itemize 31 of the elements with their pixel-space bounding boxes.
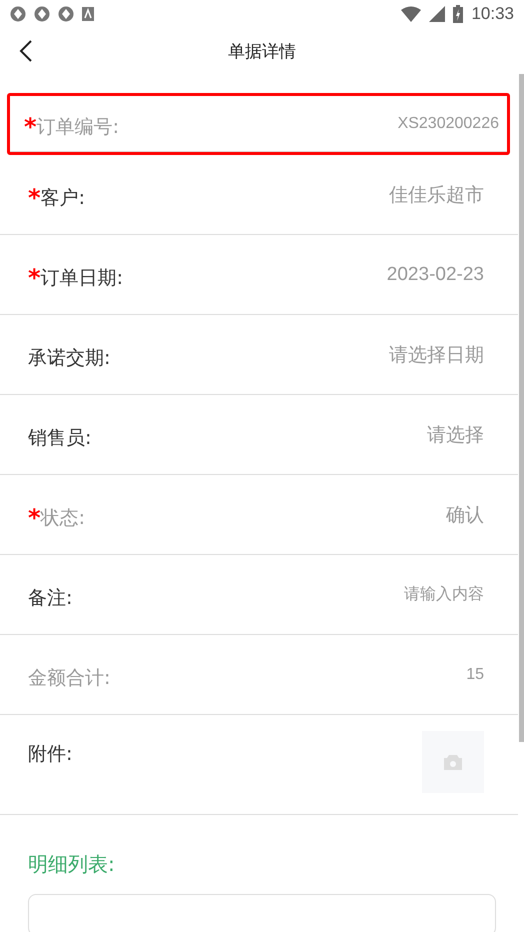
- picker-placeholder[interactable]: 请选择: [427, 422, 484, 448]
- field-label: 金额合计:: [28, 666, 110, 690]
- wifi-icon: [401, 6, 422, 22]
- aperture-icon: [58, 6, 74, 22]
- camera-icon: [442, 753, 464, 771]
- required-mark: *: [28, 184, 41, 212]
- field-label: 订单编号:: [36, 114, 119, 140]
- section-title: 明细列表:: [28, 851, 116, 878]
- clock-time: 10:33: [471, 4, 514, 24]
- field-label: 订单日期:: [40, 266, 123, 290]
- required-mark: *: [28, 504, 41, 532]
- field-label: 客户:: [40, 186, 85, 210]
- aperture-icon: [10, 6, 26, 22]
- page-title: 单据详情: [228, 40, 296, 62]
- field-value: XS230200226: [398, 114, 499, 132]
- required-mark: *: [28, 264, 41, 292]
- field-label: 销售员:: [28, 426, 92, 450]
- field-value: 15: [466, 666, 484, 684]
- field-label: 附件:: [28, 742, 72, 767]
- field-label: 状态:: [40, 506, 85, 530]
- font-app-icon: [82, 7, 94, 21]
- picker-placeholder[interactable]: 请选择日期: [389, 342, 484, 368]
- field-label: 备注:: [28, 586, 72, 610]
- battery-charging-icon: [453, 5, 464, 23]
- field-value[interactable]: 2023-02-23: [386, 264, 484, 286]
- aperture-icon: [34, 6, 50, 22]
- signal-icon: [429, 6, 446, 22]
- field-value[interactable]: 佳佳乐超市: [389, 182, 484, 208]
- input-placeholder[interactable]: 请输入内容: [404, 584, 484, 605]
- field-label: 承诺交期:: [28, 346, 110, 370]
- required-mark: *: [24, 112, 37, 140]
